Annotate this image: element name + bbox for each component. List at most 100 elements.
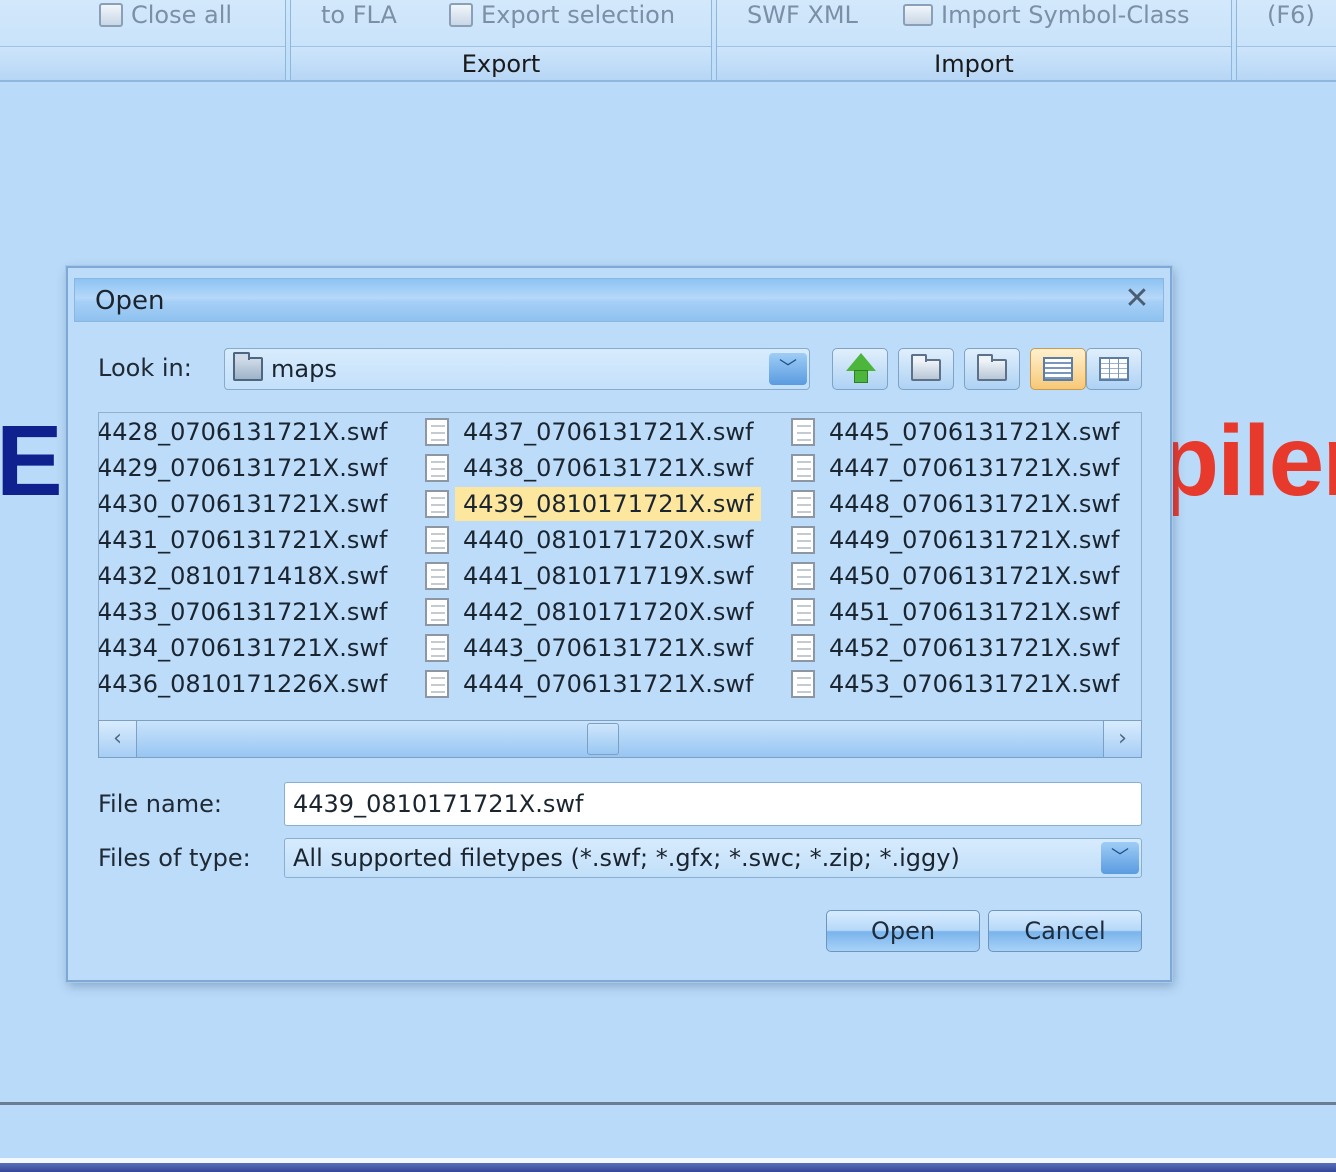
scroll-track[interactable] (137, 721, 1103, 757)
export-group-caption: Export (291, 46, 711, 80)
home-button[interactable] (898, 348, 954, 390)
file-list-item[interactable]: 4430_0706131721X.swf (98, 487, 417, 521)
list-view-button[interactable] (1030, 348, 1086, 390)
scroll-thumb[interactable] (587, 723, 619, 755)
file-name: 4442_0810171720X.swf (463, 598, 754, 626)
file-name: 4434_0706131721X.swf (98, 634, 388, 662)
file-icon (425, 418, 449, 446)
new-folder-icon (977, 354, 1007, 381)
cancel-button[interactable]: Cancel (988, 910, 1142, 952)
file-icon (791, 598, 815, 626)
file-icon (791, 634, 815, 662)
file-name: 4428_0706131721X.swf (98, 418, 388, 446)
file-list-item[interactable]: 4440_0810171720X.swf (421, 523, 781, 557)
swf-xml-button[interactable]: SWF XML (747, 0, 858, 30)
look-in-combo[interactable]: maps ﹀ (224, 348, 810, 390)
file-list-item[interactable]: 4450_0706131721X.swf (787, 559, 1141, 593)
file-icon (791, 670, 815, 698)
file-name: 4441_0810171719X.swf (463, 562, 754, 590)
file-icon (425, 598, 449, 626)
close-icon[interactable]: ✕ (1123, 284, 1151, 314)
file-list-item[interactable]: 4442_0810171720X.swf (421, 595, 781, 629)
export-selection-button[interactable]: Export selection (449, 0, 675, 30)
file-icon (791, 454, 815, 482)
dialog-titlebar[interactable]: Open ✕ (74, 278, 1164, 322)
file-icon (425, 526, 449, 554)
import-group-caption: Import (717, 46, 1231, 80)
look-in-label: Look in: (98, 354, 192, 382)
file-name: 4450_0706131721X.swf (829, 562, 1120, 590)
import-symbol-class-button[interactable]: Import Symbol-Class (903, 0, 1189, 30)
file-list-item[interactable]: 4436_0810171226X.swf (99, 667, 417, 701)
file-name: 4430_0706131721X.swf (98, 490, 388, 518)
file-list-item[interactable]: 4431_0706131721X.swf (98, 523, 417, 557)
file-name-input[interactable]: 4439_0810171721X.swf (284, 782, 1142, 826)
list-view-icon (1043, 357, 1073, 381)
file-list-item[interactable]: 4438_0706131721X.swf (421, 451, 781, 485)
file-icon (425, 634, 449, 662)
up-folder-icon (846, 353, 876, 371)
chevron-down-icon[interactable]: ﹀ (1101, 842, 1139, 874)
file-list-item[interactable]: 4452_0706131721X.swf (787, 631, 1141, 665)
horizontal-scrollbar[interactable]: ‹ › (98, 720, 1142, 758)
to-fla-button[interactable]: to FLA (321, 0, 397, 30)
file-name: 4431_0706131721X.swf (98, 526, 388, 554)
file-list-item[interactable]: 4429_0706131721X.swf (99, 451, 417, 485)
ribbon-group-import: SWF XML Import Symbol-Class Import (716, 0, 1232, 80)
up-folder-button[interactable] (832, 348, 888, 390)
files-of-type-label: Files of type: (98, 844, 251, 872)
file-icon (425, 670, 449, 698)
file-list-item[interactable]: 4428_0706131721X.swf (98, 415, 417, 449)
new-folder-button[interactable] (964, 348, 1020, 390)
file-icon (425, 490, 449, 518)
file-name: 4433_0706131721X.swf (98, 598, 388, 626)
file-list-item[interactable]: 4439_0810171721X.swf (421, 487, 781, 521)
ribbon-toolbar: Close all to FLA Export selection Export… (0, 0, 1336, 82)
scroll-left-button[interactable]: ‹ (99, 721, 137, 757)
file-list-item[interactable]: 4445_0706131721X.swf (787, 415, 1141, 449)
file-list-item[interactable]: 4443_0706131721X.swf (421, 631, 781, 665)
close-all-label: Close all (131, 1, 233, 29)
file-list[interactable]: 4428_0706131721X.swf 4429_0706131721X.swf… (98, 412, 1142, 758)
file-list-item[interactable]: 4451_0706131721X.swf (787, 595, 1141, 629)
file-list-item[interactable]: 4437_0706131721X.swf (421, 415, 781, 449)
files-of-type-select[interactable]: All supported filetypes (*.swf; *.gfx; *… (284, 838, 1142, 878)
details-view-button[interactable] (1086, 348, 1142, 390)
file-list-item[interactable]: 4453_0706131721X.swf (787, 667, 1141, 701)
file-name: 4440_0810171720X.swf (463, 526, 754, 554)
swf-xml-label: SWF XML (747, 1, 858, 29)
scroll-right-button[interactable]: › (1103, 721, 1141, 757)
close-all-button[interactable]: Close all (99, 0, 232, 30)
file-list-item[interactable]: 4432_0810171418X.swf (98, 559, 417, 593)
file-list-item[interactable]: 4434_0706131721X.swf (98, 631, 417, 665)
open-button[interactable]: Open (826, 910, 980, 952)
ribbon-group-export: to FLA Export selection Export (290, 0, 712, 80)
import-symbol-class-icon (903, 4, 933, 26)
f6-button[interactable]: (F6) (1267, 0, 1315, 30)
close-all-icon (99, 3, 123, 27)
file-list-item[interactable]: 4441_0810171719X.swf (421, 559, 781, 593)
file-name: 4439_0810171721X.swf (455, 487, 762, 521)
file-list-item[interactable]: 4433_0706131721X.swf (98, 595, 417, 629)
file-name: 4445_0706131721X.swf (829, 418, 1120, 446)
ribbon-group-caption (0, 46, 285, 80)
ribbon-group-caption (1237, 46, 1336, 80)
import-symbol-class-label: Import Symbol-Class (941, 1, 1190, 29)
file-list-item[interactable]: 4444_0706131721X.swf (421, 667, 781, 701)
file-list-item[interactable]: 4449_0706131721X.swf (787, 523, 1141, 557)
logo-text-left: E (0, 405, 63, 517)
details-view-icon (1099, 357, 1129, 381)
chevron-down-icon[interactable]: ﹀ (769, 353, 807, 385)
file-name: 4448_0706131721X.swf (829, 490, 1120, 518)
logo-text-right: piler (1158, 405, 1336, 517)
ribbon-group-file: Close all (0, 0, 286, 80)
file-list-item[interactable]: 4448_0706131721X.swf (787, 487, 1141, 521)
file-name: 4451_0706131721X.swf (829, 598, 1120, 626)
file-list-item[interactable]: 4447_0706131721X.swf (787, 451, 1141, 485)
file-name: 4453_0706131721X.swf (829, 670, 1120, 698)
file-name: 4443_0706131721X.swf (463, 634, 754, 662)
file-name: 4452_0706131721X.swf (829, 634, 1120, 662)
file-name: 4432_0810171418X.swf (98, 562, 388, 590)
file-icon (425, 562, 449, 590)
look-in-value: maps (271, 355, 337, 383)
